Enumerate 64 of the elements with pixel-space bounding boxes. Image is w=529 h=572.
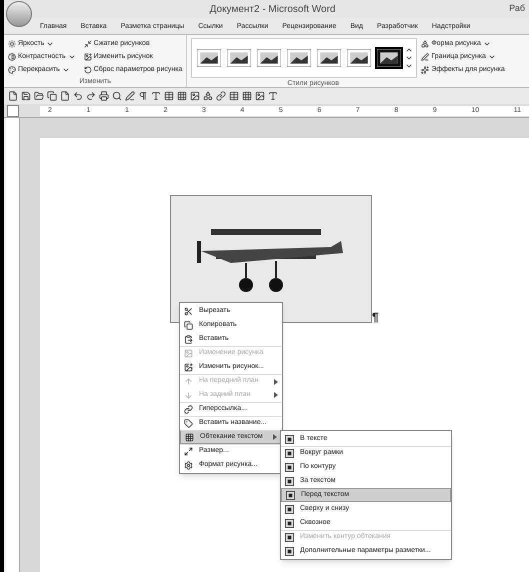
toolbar-icon[interactable] <box>8 91 18 101</box>
ribbon-button-icon <box>421 66 430 74</box>
toolbar-icon[interactable] <box>86 91 96 101</box>
office-button[interactable] <box>6 1 32 27</box>
toolbar-icon[interactable] <box>99 91 109 101</box>
toolbar-icon[interactable] <box>125 91 135 101</box>
clipboard-icon <box>184 334 193 344</box>
picture-icon <box>184 349 193 358</box>
ribbon-button-icon <box>8 40 16 48</box>
picture-style-button[interactable] <box>315 47 344 69</box>
picture-style-thumbnail <box>347 49 372 67</box>
link-icon <box>184 405 193 414</box>
picture-style-button[interactable] <box>285 47 314 69</box>
settings-icon <box>184 460 193 470</box>
picture-style-thumbnail <box>317 49 342 67</box>
submenu-arrow-icon <box>274 392 278 398</box>
submenu-arrow-icon <box>274 378 278 384</box>
ribbon-button-icon <box>84 40 92 48</box>
paragraph-mark: ¶ <box>372 311 379 323</box>
picture-style-button[interactable] <box>255 47 284 69</box>
toolbar-icon[interactable] <box>203 91 213 101</box>
ribbon-button-icon <box>8 66 16 74</box>
ribbon-button-icon <box>8 52 16 60</box>
toolbar-icon[interactable] <box>164 91 174 101</box>
toolbar-icon[interactable] <box>34 91 44 101</box>
picture-style-button[interactable] <box>375 47 404 69</box>
scissors-icon <box>184 306 193 316</box>
scroll-down-icon[interactable] <box>405 54 414 62</box>
toolbar-icon[interactable] <box>21 91 31 101</box>
picture-style-button[interactable] <box>225 47 254 69</box>
toolbar-icon[interactable] <box>216 91 226 101</box>
picture-style-thumbnail <box>287 49 312 67</box>
more-icon[interactable] <box>405 62 414 70</box>
ribbon-button-icon <box>421 52 430 60</box>
resize-icon <box>184 447 193 456</box>
toolbar-icon[interactable] <box>60 91 70 101</box>
ribbon-button-icon <box>84 66 92 74</box>
copy-icon <box>184 320 193 330</box>
ribbon-button-icon <box>84 52 92 60</box>
picture-style-thumbnail <box>257 49 282 67</box>
toolbar-icon[interactable] <box>138 91 148 101</box>
picture-style-button[interactable] <box>345 47 374 69</box>
toolbar-icon[interactable] <box>268 91 278 101</box>
scroll-up-icon[interactable] <box>405 46 414 54</box>
picture-style-thumbnail <box>197 49 222 67</box>
toolbar-icon[interactable] <box>190 91 200 101</box>
window-title-fragment: Раб <box>509 2 526 16</box>
picture-style-button[interactable] <box>195 47 224 69</box>
window-title: Документ2 - Microsoft Word <box>208 2 336 16</box>
picture-style-thumbnail <box>227 49 252 67</box>
grid-icon <box>185 432 194 442</box>
picture-style-thumbnail <box>377 49 402 67</box>
toolbar-icon[interactable] <box>112 91 122 101</box>
toolbar-icon[interactable] <box>47 91 57 101</box>
tag-icon <box>184 419 193 428</box>
toolbar-icon[interactable] <box>151 91 161 101</box>
ribbon-button-icon <box>421 40 430 48</box>
toolbar-icon[interactable] <box>229 91 239 101</box>
picture-icon <box>184 362 193 372</box>
toolbar-icon[interactable] <box>73 91 83 101</box>
photo-placeholder[interactable] <box>170 195 372 323</box>
toolbar-icon[interactable] <box>242 91 252 101</box>
toolbar-icon[interactable] <box>255 91 265 101</box>
toolbar-icon[interactable] <box>177 91 187 101</box>
